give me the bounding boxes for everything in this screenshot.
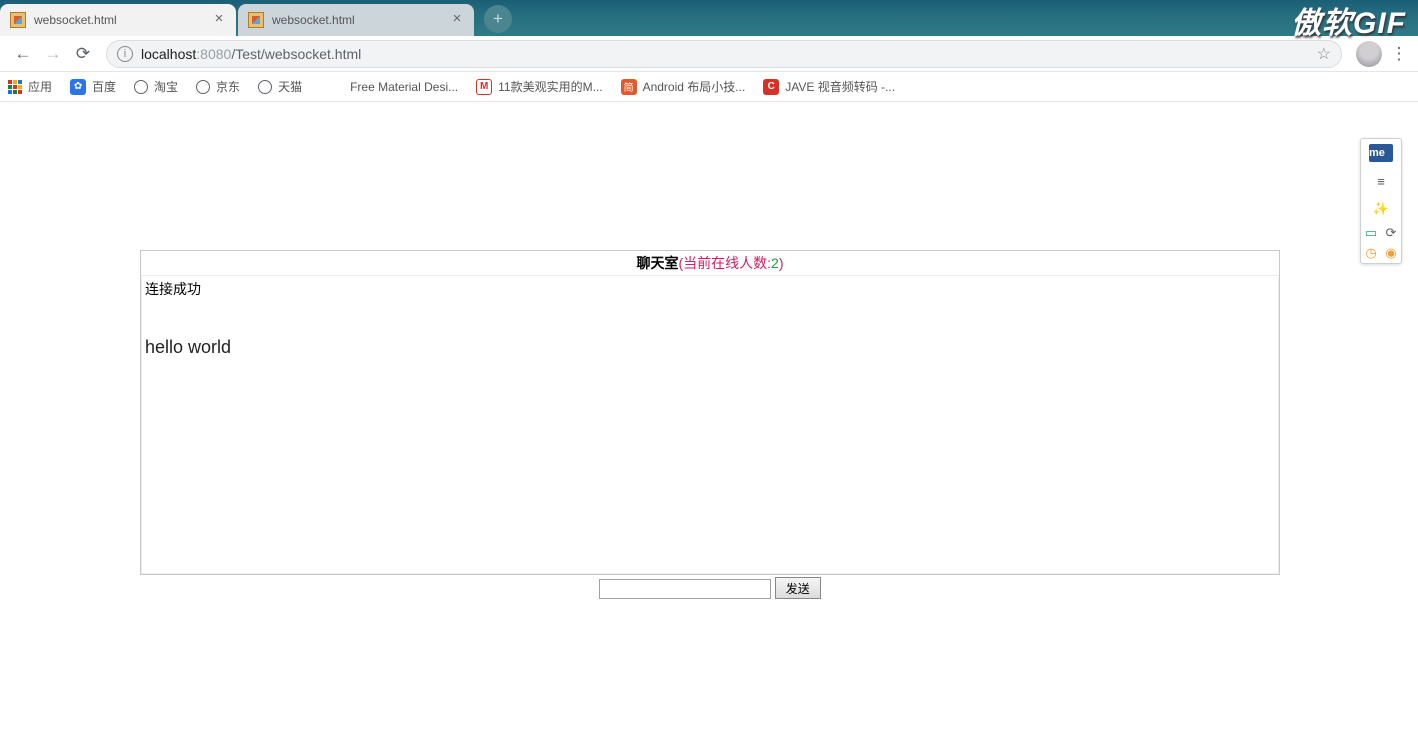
bookmark-bar: 应用 ✿ 百度 淘宝 京东 天猫 Free Material Desi... M… [0, 72, 1418, 102]
favicon-icon [10, 12, 26, 28]
ext-row-1: ▭ ⟳ [1361, 223, 1401, 243]
chat-input[interactable] [599, 579, 771, 599]
chat-header: 聊天室(当前在线人数:2) [140, 250, 1280, 275]
chat-room-title: 聊天室 [636, 255, 678, 271]
jianshu-icon: 简 [621, 79, 637, 95]
bookmark-label: 百度 [92, 78, 116, 95]
address-bar[interactable]: i localhost:8080/Test/websocket.html ☆ [106, 40, 1342, 68]
ext-clock-icon[interactable]: ◷ [1361, 243, 1381, 263]
url-path: /Test/websocket.html [231, 46, 361, 62]
bookmark-item[interactable]: Free Material Desi... [350, 80, 458, 94]
bookmark-label: Android 布局小技... [643, 78, 746, 95]
apps-label: 应用 [28, 78, 52, 95]
reload-button[interactable]: ⟳ [68, 39, 98, 69]
ext-menu-icon[interactable]: ≡ [1361, 167, 1401, 195]
online-label: 当前在线人数: [683, 255, 771, 271]
bookmark-item[interactable]: M 11款美观实用的M... [476, 78, 602, 95]
globe-icon [134, 80, 148, 94]
chat-messages-box: 连接成功 hello world [140, 275, 1280, 575]
bookmark-label: 京东 [216, 78, 240, 95]
bookmark-item[interactable]: 天猫 [258, 78, 302, 95]
bookmark-label: 淘宝 [154, 78, 178, 95]
baidu-icon: ✿ [70, 79, 86, 95]
ext-me-badge[interactable]: me [1361, 139, 1401, 167]
bookmark-label: Free Material Desi... [350, 80, 458, 94]
bookmark-item[interactable]: 淘宝 [134, 78, 178, 95]
csdn-icon: C [763, 79, 779, 95]
browser-tab-active[interactable]: websocket.html × [0, 4, 236, 36]
send-button[interactable]: 发送 [775, 577, 821, 599]
ext-wand-icon[interactable]: ✨ [1361, 195, 1401, 223]
close-tab-icon[interactable]: × [450, 13, 464, 27]
browser-toolbar: ← → ⟳ i localhost:8080/Test/websocket.ht… [0, 36, 1418, 72]
ext-row-2: ◷ ◉ [1361, 243, 1401, 263]
chat-message: hello world [145, 337, 1275, 358]
browser-tabstrip: websocket.html × websocket.html × + 傲软GI… [0, 0, 1418, 36]
bookmark-label: JAVE 视音频转码 -... [785, 78, 895, 95]
bookmark-item[interactable]: 京东 [196, 78, 240, 95]
globe-icon [258, 80, 272, 94]
bookmark-item[interactable]: 简 Android 布局小技... [621, 78, 746, 95]
tab-title: websocket.html [272, 13, 355, 27]
close-paren: ) [779, 255, 784, 271]
tab-title: websocket.html [34, 13, 117, 27]
ext-monitor-icon[interactable]: ▭ [1361, 223, 1381, 243]
apps-grid-icon [8, 80, 22, 94]
gmail-icon: M [476, 79, 492, 95]
page-content: 聊天室(当前在线人数:2) 连接成功 hello world 发送 [0, 102, 1418, 733]
globe-icon [196, 80, 210, 94]
chat-input-row: 发送 [140, 577, 1280, 599]
url-host: localhost [141, 46, 196, 62]
forward-button[interactable]: → [38, 39, 68, 69]
new-tab-button[interactable]: + [484, 5, 512, 33]
profile-avatar[interactable] [1356, 41, 1382, 67]
bookmark-item[interactable]: ✿ 百度 [70, 78, 116, 95]
bookmark-item[interactable]: C JAVE 视音频转码 -... [763, 78, 895, 95]
ext-refresh-icon[interactable]: ⟳ [1381, 223, 1401, 243]
bookmark-label: 11款美观实用的M... [498, 78, 602, 95]
browser-menu-button[interactable]: ⋮ [1388, 44, 1410, 64]
back-button[interactable]: ← [8, 39, 38, 69]
watermark-label: 傲软GIF [1291, 0, 1406, 42]
url-port: :8080 [196, 46, 231, 62]
apps-shortcut[interactable]: 应用 [8, 78, 52, 95]
favicon-icon [248, 12, 264, 28]
site-info-icon[interactable]: i [117, 46, 133, 62]
close-tab-icon[interactable]: × [212, 13, 226, 27]
browser-tab[interactable]: websocket.html × [238, 4, 474, 36]
bookmark-star-icon[interactable]: ☆ [1317, 44, 1331, 64]
online-count: 2 [771, 255, 779, 271]
bookmark-label: 天猫 [278, 78, 302, 95]
system-message: 连接成功 [145, 279, 1275, 299]
ext-eye-icon[interactable]: ◉ [1381, 243, 1401, 263]
chat-container: 聊天室(当前在线人数:2) 连接成功 hello world 发送 [140, 250, 1280, 599]
extension-panel: me ≡ ✨ ▭ ⟳ ◷ ◉ [1360, 138, 1402, 264]
